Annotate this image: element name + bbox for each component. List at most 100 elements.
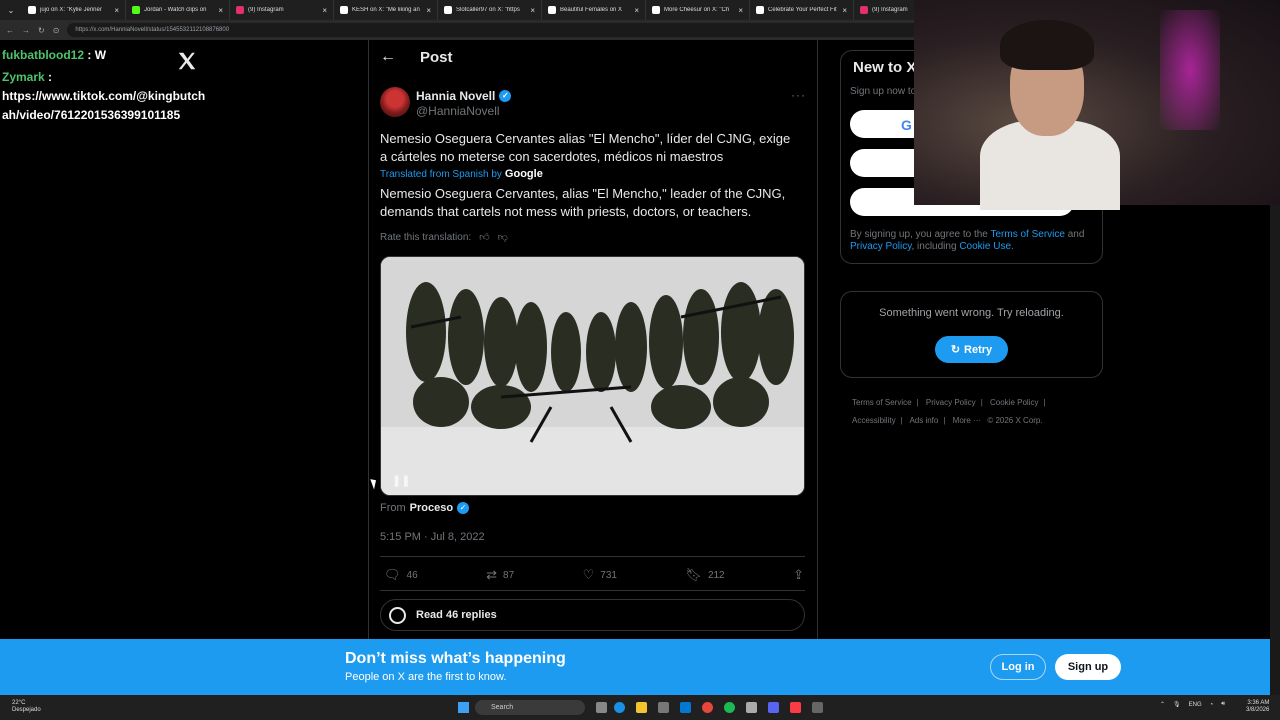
reload-icon[interactable]: ↻ — [38, 26, 45, 35]
spotify-icon[interactable] — [724, 702, 735, 713]
login-button[interactable]: Log in — [990, 654, 1046, 680]
tab-close-icon[interactable]: × — [322, 6, 327, 15]
reply-bubble-icon — [389, 606, 406, 624]
cookie-link[interactable]: Cookie Use — [959, 241, 1011, 252]
back-arrow-icon[interactable]: ← — [380, 48, 396, 66]
taskbar-search[interactable]: Search — [475, 700, 585, 715]
repost-button[interactable]: ⇄ 87 — [486, 567, 514, 583]
tab-label: Celebrate Your Perfect Fit — [768, 7, 837, 13]
tab-close-icon[interactable]: × — [842, 6, 847, 15]
signup-button[interactable]: Sign up — [1055, 654, 1121, 680]
post-video[interactable] — [380, 256, 805, 496]
tab-close-icon[interactable]: × — [530, 6, 535, 15]
back-nav-icon[interactable]: ← — [6, 26, 14, 35]
chrome-icon[interactable] — [702, 702, 713, 713]
tab-close-icon[interactable]: × — [426, 6, 431, 15]
browser-tab[interactable]: KESH on X: "Me liking an × — [334, 0, 438, 20]
legal-period: . — [1011, 241, 1014, 252]
author-name[interactable]: Hannia Novell — [416, 89, 495, 103]
volume-icon[interactable]: 🔊︎ — [1221, 701, 1225, 708]
more-options-icon[interactable]: ··· — [791, 88, 806, 102]
reply-icon: 🗨︎ — [384, 567, 401, 582]
tab-close-icon[interactable]: × — [114, 6, 119, 15]
obs-icon[interactable] — [746, 702, 757, 713]
like-button[interactable]: ♡ 731 — [583, 567, 617, 583]
tab-menu-icon[interactable]: ⌄ — [0, 6, 22, 15]
post-actions: 🗨︎ 46 ⇄ 87 ♡ 731 🔖︎ 212 ⇪ — [384, 567, 804, 583]
post-translated-text: Nemesio Oseguera Cervantes, alias "El Me… — [380, 186, 786, 219]
x-logo-icon[interactable] — [176, 50, 198, 72]
terms-link[interactable]: Terms of Service — [990, 229, 1064, 240]
music-icon[interactable] — [790, 702, 801, 713]
footer-more-link[interactable]: More ··· — [953, 416, 981, 425]
taskbar-clock[interactable]: 3:36 AM 3/8/2026 — [1246, 700, 1269, 714]
url-field[interactable]: https://x.com/HanniaNovell/status/154553… — [67, 23, 948, 37]
language-indicator[interactable]: ENG — [1189, 702, 1202, 708]
system-tray: ⌃ 🎙︎ ENG ◔ 🔊︎ — [1160, 701, 1225, 708]
bookmark-button[interactable]: 🔖︎ 212 — [685, 567, 724, 583]
privacy-link[interactable]: Privacy Policy — [850, 241, 912, 252]
heart-icon: ♡ — [582, 567, 595, 582]
task-view-icon[interactable] — [596, 702, 607, 713]
page-title: Post — [420, 48, 453, 66]
footer-cookie-link[interactable]: Cookie Policy — [990, 398, 1038, 407]
browser-tab[interactable]: Celebrate Your Perfect Fit × — [750, 0, 854, 20]
read-replies-button[interactable]: Read 46 replies — [380, 599, 805, 631]
retry-label: Retry — [964, 343, 993, 356]
mail-icon[interactable] — [680, 702, 691, 713]
reply-button[interactable]: 🗨︎ 46 — [384, 567, 418, 583]
author-avatar[interactable] — [380, 87, 410, 117]
edge-icon[interactable] — [614, 702, 625, 713]
forward-nav-icon[interactable]: → — [22, 26, 30, 35]
browser-tab[interactable]: Jordan - Watch clips on × — [126, 0, 230, 20]
weather-widget[interactable]: 22°C Despejado — [12, 700, 41, 714]
site-info-icon[interactable]: ⊙ — [53, 26, 60, 35]
app-icon[interactable] — [812, 702, 823, 713]
pause-icon[interactable]: ❚❚ — [392, 474, 410, 487]
browser-tab[interactable]: Beautiful Females on X × — [542, 0, 646, 20]
bookmark-count: 212 — [707, 569, 725, 581]
author-handle[interactable]: @HanniaNovell — [416, 104, 500, 118]
author-name-row[interactable]: Hannia Novell ✓ — [416, 89, 512, 103]
browser-tab[interactable]: (9) Instagram × — [230, 0, 334, 20]
retry-button[interactable]: ↻ Retry — [935, 336, 1008, 363]
signup-legal-text: By signing up, you agree to the Terms of… — [850, 229, 1100, 253]
tab-close-icon[interactable]: × — [634, 6, 639, 15]
tab-close-icon[interactable]: × — [738, 6, 743, 15]
windows-start-icon[interactable] — [458, 702, 469, 713]
verified-badge-icon: ✓ — [499, 90, 512, 102]
rate-translation-label: Rate this translation: — [380, 231, 472, 243]
discord-icon[interactable] — [768, 702, 779, 713]
post-timestamp[interactable]: 5:15 PM · Jul 8, 2022 — [380, 531, 485, 543]
tab-favicon-icon — [652, 6, 660, 14]
chat-separator: : — [84, 48, 95, 62]
legal-and: and — [1067, 229, 1085, 240]
tab-close-icon[interactable]: × — [218, 6, 223, 15]
new-to-x-subtitle: Sign up now to — [850, 86, 917, 97]
footer-privacy-link[interactable]: Privacy Policy — [926, 398, 976, 407]
read-replies-label: Read 46 replies — [416, 609, 497, 621]
tab-label: KESH on X: "Me liking an — [352, 7, 420, 13]
browser-tab[interactable]: Slotcaller97 on X: "https × — [438, 0, 542, 20]
footer-accessibility-link[interactable]: Accessibility — [852, 416, 896, 425]
tab-favicon-icon — [132, 6, 140, 14]
footer-ads-link[interactable]: Ads info — [909, 416, 938, 425]
page-scrollbar[interactable] — [1270, 205, 1280, 700]
webcam-light — [1160, 10, 1220, 130]
share-button[interactable]: ⇪ — [793, 567, 804, 583]
browser-tab[interactable]: jujo on X: "Kylie Jenner × — [22, 0, 126, 20]
mic-icon[interactable]: 🎙︎ — [1173, 701, 1181, 708]
store-icon[interactable] — [658, 702, 669, 713]
footer-terms-link[interactable]: Terms of Service — [852, 398, 912, 407]
refresh-icon: ↻ — [950, 344, 961, 356]
repost-icon: ⇄ — [486, 567, 498, 582]
thumbs-up-icon[interactable]: 👍︎ — [479, 231, 489, 243]
legal-including: , including — [911, 241, 957, 252]
file-explorer-icon[interactable] — [636, 702, 647, 713]
thumbs-down-icon[interactable]: 👎︎ — [498, 231, 508, 243]
tray-chevron-icon[interactable]: ⌃ — [1160, 701, 1165, 708]
media-source-link[interactable]: Proceso — [410, 502, 453, 514]
browser-tab[interactable]: More Cheesur on X: "Ch × — [646, 0, 750, 20]
wifi-icon[interactable]: ◔ — [1210, 702, 1214, 708]
post-header: ← Post — [380, 48, 453, 66]
